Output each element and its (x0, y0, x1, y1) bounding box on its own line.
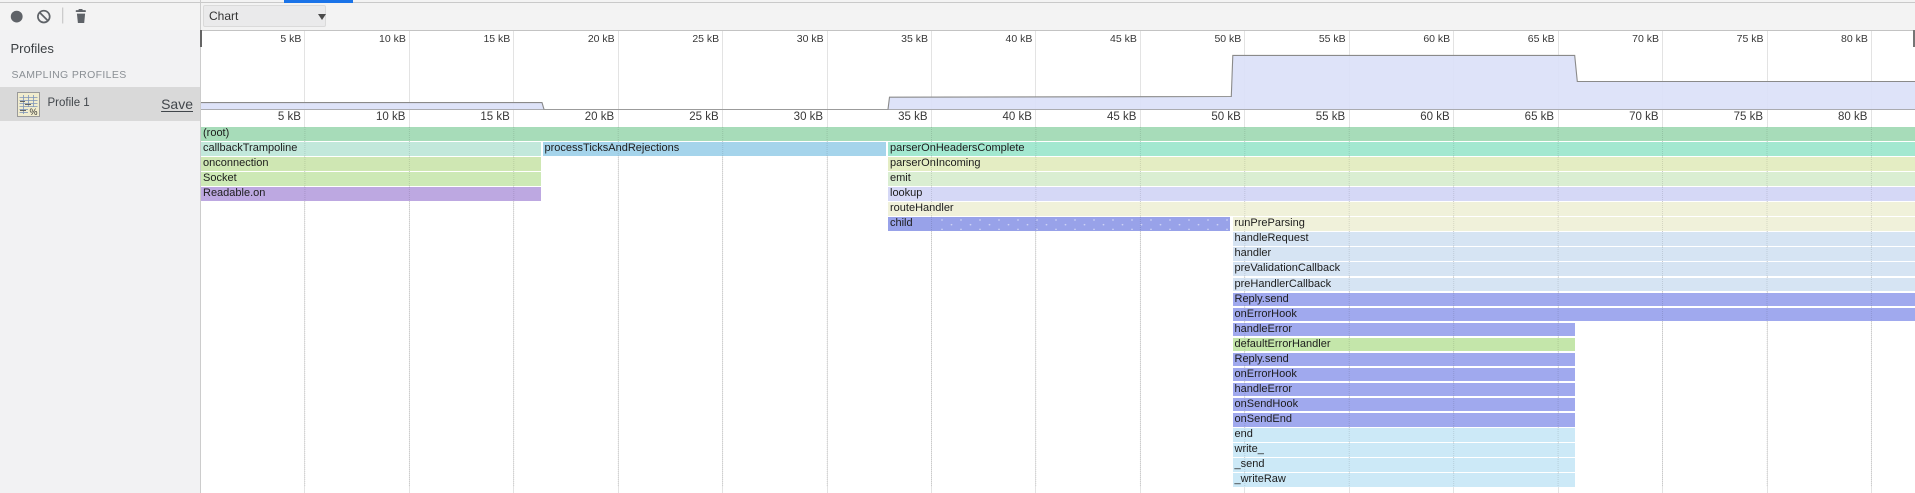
svg-text:%: % (29, 107, 37, 117)
